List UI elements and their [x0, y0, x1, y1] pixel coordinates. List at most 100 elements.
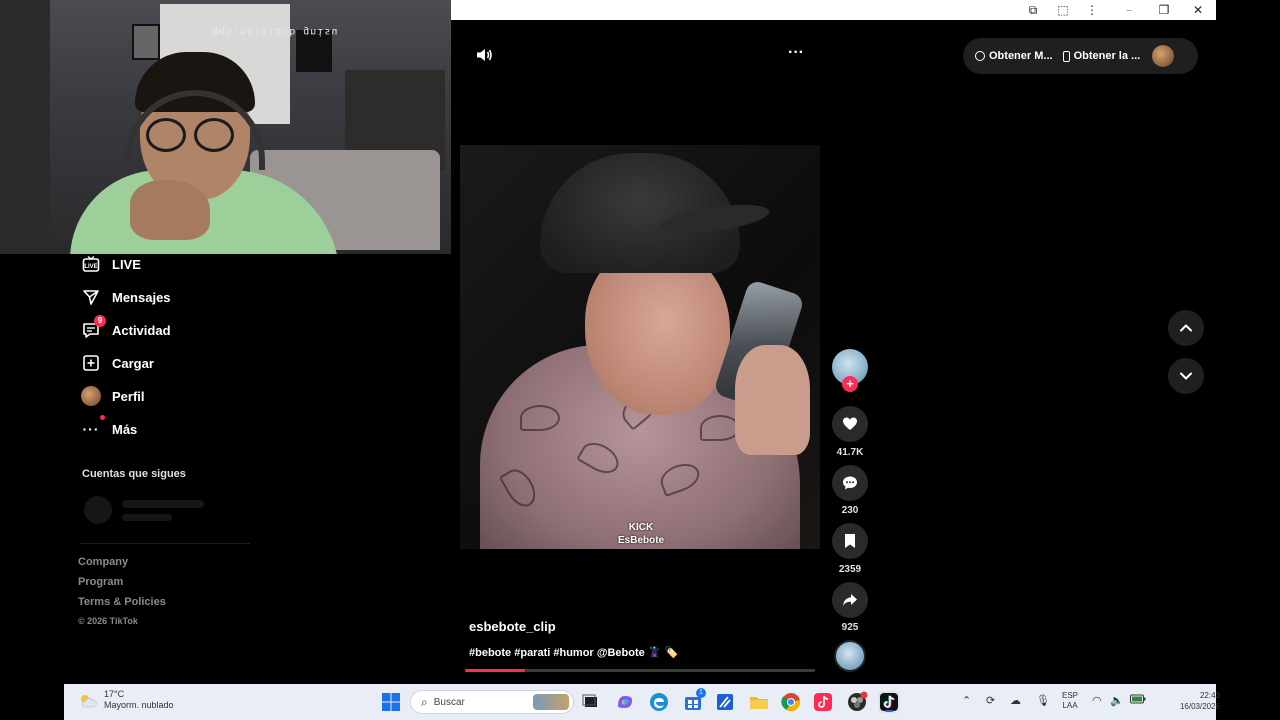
follow-button[interactable]: +	[842, 376, 858, 392]
windows-start-button[interactable]	[380, 691, 402, 713]
weather-temp: 17°C	[104, 689, 125, 699]
pen-app[interactable]	[714, 691, 736, 713]
copyright: © 2026 TikTok	[78, 616, 138, 626]
share-count: 925	[841, 622, 859, 633]
get-coins-label: Obtener M...	[989, 50, 1053, 62]
sidebar-item-actividad[interactable]: 9 Actividad	[80, 315, 171, 344]
sidebar-item-mensajes[interactable]: Mensajes	[80, 283, 171, 311]
like-button[interactable]	[832, 406, 868, 442]
video-progress-fill	[465, 669, 525, 672]
sidebar-item-label: LIVE	[112, 256, 141, 272]
obs-app[interactable]	[846, 691, 868, 713]
profile-avatar-icon	[80, 385, 102, 407]
menu-kebab-icon[interactable]: ⋮	[1084, 2, 1100, 18]
active-app-indicator	[885, 710, 893, 712]
sidebar-item-perfil[interactable]: Perfil	[80, 382, 145, 410]
minimize-icon[interactable]: –	[1121, 2, 1137, 18]
edge-app[interactable]	[648, 691, 670, 713]
webcam-glasses-left	[146, 118, 186, 152]
more-dots-icon: ···	[80, 415, 105, 440]
store-app[interactable]: 1	[682, 688, 706, 713]
skeleton-line	[122, 500, 204, 508]
browser-titlebar: ⧉ ⬚ ⋮ – ❐ ✕	[451, 0, 1216, 20]
system-clock[interactable]: 22:43 16/03/2026	[1140, 690, 1220, 712]
like-count: 41.7K	[836, 447, 864, 458]
copilot-icon	[618, 696, 632, 708]
task-view-button[interactable]	[580, 691, 602, 713]
language-line: LAA	[1062, 701, 1078, 710]
webcam-picture-frame	[132, 24, 160, 60]
file-explorer-app[interactable]	[748, 691, 770, 713]
task-view-icon	[582, 694, 597, 707]
footer-link-company[interactable]: Company	[78, 556, 128, 568]
footer-link-program[interactable]: Program	[78, 576, 123, 588]
pen-editor-icon	[717, 694, 733, 710]
next-video-button[interactable]	[1168, 358, 1204, 394]
more-options-icon[interactable]: ···	[786, 44, 806, 64]
translate-icon[interactable]: ⧉	[1025, 2, 1041, 18]
close-icon[interactable]: ✕	[1190, 2, 1206, 18]
skeleton-avatar	[84, 496, 112, 524]
phone-icon	[1062, 50, 1070, 62]
clock-date: 16/03/2026	[1179, 702, 1220, 711]
webcam-overlay: qqs.msɔbiorb gnisu	[0, 0, 451, 254]
comment-button[interactable]	[832, 465, 868, 501]
previous-video-button[interactable]	[1168, 310, 1204, 346]
send-icon	[80, 286, 102, 308]
sidebar-item-mas[interactable]: ··· Más	[80, 415, 137, 443]
bookmark-icon	[845, 534, 855, 548]
get-app-button[interactable]: Obtener la ...	[1062, 50, 1140, 62]
notification-badge: 9	[94, 315, 106, 327]
chevron-down-icon	[1180, 372, 1192, 380]
footer-link-terms[interactable]: Terms & Policies	[78, 596, 166, 608]
microphone-icon[interactable]: 🎙	[1036, 694, 1050, 707]
tiktok-studio-app[interactable]	[812, 691, 834, 713]
video-progress-bar[interactable]	[465, 669, 815, 672]
onedrive-cloud-icon[interactable]: ☁	[1010, 694, 1021, 707]
tiktok-app[interactable]	[878, 691, 900, 713]
video-caption[interactable]: #bebote #parati #humor @Bebote 🦹 🏷️	[469, 646, 678, 659]
heart-icon	[843, 417, 857, 430]
save-button[interactable]	[832, 523, 868, 559]
speaker-icon[interactable]: 🔈	[1110, 694, 1124, 707]
activity-icon: 9	[80, 315, 106, 341]
video-username[interactable]: esbebote_clip	[469, 619, 556, 634]
restore-icon[interactable]: ❐	[1156, 2, 1172, 18]
comment-count: 230	[841, 505, 859, 516]
upload-plus-icon	[80, 352, 102, 374]
sidebar-item-label: Cargar	[112, 355, 154, 371]
sidebar-item-cargar[interactable]: Cargar	[80, 349, 154, 377]
coin-icon	[975, 51, 985, 61]
sidebar-divider	[80, 543, 250, 544]
get-coins-button[interactable]: Obtener M...	[975, 50, 1053, 62]
sidebar: LIVE LIVE Mensajes 9 Actividad Cargar Pe…	[64, 254, 451, 684]
share-button[interactable]	[832, 582, 868, 618]
chrome-icon	[781, 693, 801, 712]
weather-widget[interactable]: 17°C Mayorm. nublado	[78, 689, 174, 711]
jacket-pattern	[520, 405, 560, 431]
webcam-person-hand	[130, 180, 210, 240]
live-tv-icon: LIVE	[80, 253, 102, 275]
sidebar-item-label: Más	[112, 421, 138, 437]
comment-icon	[843, 476, 857, 490]
sidebar-item-label: Actividad	[112, 322, 171, 338]
extensions-icon[interactable]: ⬚	[1055, 2, 1071, 18]
sidebar-item-live[interactable]: LIVE LIVE	[80, 250, 141, 278]
copilot-app[interactable]	[614, 691, 636, 713]
wifi-icon[interactable]: ◠	[1092, 694, 1102, 707]
user-avatar[interactable]	[1152, 45, 1175, 67]
video-player[interactable]: KICK EsBebote	[460, 145, 820, 549]
sync-icon[interactable]: ⟳	[986, 694, 995, 707]
chrome-app[interactable]	[780, 691, 802, 713]
skeleton-line	[122, 514, 172, 521]
music-disc-avatar[interactable]	[834, 640, 866, 672]
chevron-up-icon	[1180, 324, 1192, 332]
volume-icon[interactable]	[474, 45, 494, 65]
language-indicator[interactable]: ESP LAA	[1058, 691, 1082, 711]
taskbar-search-input[interactable]: ⌕ Buscar	[410, 690, 574, 714]
watermark-line: KICK	[628, 522, 654, 533]
following-title: Cuentas que sigues	[82, 468, 186, 480]
tiktok-red-icon	[814, 693, 832, 711]
language-line: ESP	[1061, 691, 1078, 700]
tray-overflow-chevron-icon[interactable]: ⌃	[962, 694, 971, 707]
